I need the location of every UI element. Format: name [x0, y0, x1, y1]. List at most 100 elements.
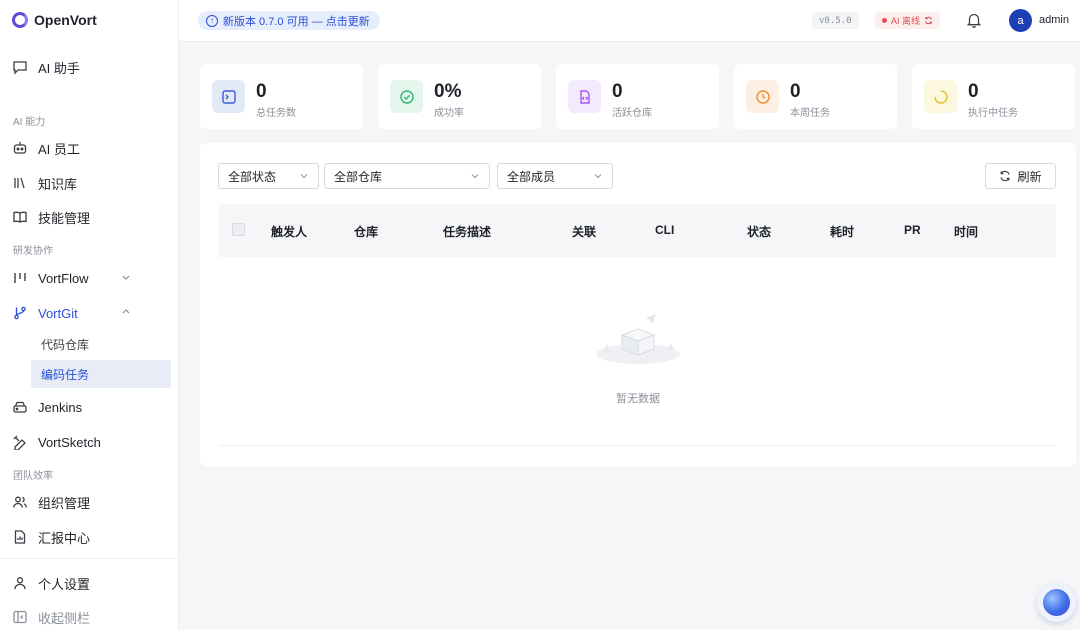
version-badge: v0.5.0 — [812, 12, 859, 29]
sidebar-item-label: VortGit — [38, 305, 78, 321]
column-header[interactable]: 任务描述 — [443, 223, 491, 240]
terminal-icon — [212, 80, 245, 113]
chevron-down-icon — [121, 272, 131, 285]
sidebar-subitem-code-repo[interactable]: 代码仓库 — [31, 330, 171, 358]
refresh-label: 刷新 — [1017, 169, 1042, 184]
check-circle-icon — [390, 80, 423, 113]
library-icon — [12, 175, 28, 191]
sidebar-item-label: 组织管理 — [38, 495, 91, 511]
sidebar-item-label: 收起侧栏 — [38, 610, 91, 626]
column-header[interactable]: 时间 — [954, 223, 978, 240]
robot-icon — [12, 140, 28, 156]
app-name: OpenVort — [34, 12, 97, 28]
stat-card-success-rate: 0% 成功率 — [378, 64, 541, 129]
avatar[interactable]: a — [1009, 9, 1032, 32]
tasks-panel: 全部状态 全部仓库 全部成员 刷新 触发人 仓库 任务描述 关联 CLI 状态 … — [200, 143, 1076, 466]
user-icon — [12, 575, 28, 591]
select-value: 全部成员 — [507, 169, 556, 184]
sidebar-item-label: 个人设置 — [38, 576, 91, 592]
sidebar-item-label: 技能管理 — [38, 210, 91, 226]
status-filter-select[interactable]: 全部状态 — [218, 163, 319, 189]
top-header: ↑ 新版本 0.7.0 可用 — 点击更新 v0.5.0 AI 离线 a adm… — [179, 0, 1080, 42]
ai-assistant-float-button[interactable] — [1037, 583, 1076, 622]
sidebar-item-label: 汇报中心 — [38, 530, 91, 546]
openvort-logo-icon — [12, 12, 28, 28]
sidebar-item-label: AI 助手 — [38, 60, 80, 76]
table-header: 触发人 仓库 任务描述 关联 CLI 状态 耗时 PR 时间 — [219, 204, 1056, 257]
sidebar-item-org[interactable]: 组织管理 — [0, 485, 179, 519]
sidebar-item-jenkins[interactable]: Jenkins — [0, 390, 179, 424]
ai-status-text: AI 离线 — [891, 16, 921, 26]
column-header[interactable]: CLI — [655, 223, 674, 237]
sidebar-item-report[interactable]: 汇报中心 — [0, 520, 179, 554]
section-label-dev: 研发协作 — [13, 246, 53, 257]
stat-label: 活跃仓库 — [612, 108, 652, 119]
chevron-down-icon — [593, 170, 603, 180]
stat-card-weekly-tasks: 0 本周任务 — [734, 64, 897, 129]
arrow-up-circle-icon: ↑ — [206, 14, 218, 27]
sidebar-item-label: VortFlow — [38, 270, 89, 286]
sidebar-item-vortsketch[interactable]: VortSketch — [0, 425, 179, 459]
sidebar: OpenVort AI 助手 AI 能力 AI 员工 知识库 技能管理 研发协作… — [0, 0, 179, 630]
section-label-ai: AI 能力 — [13, 117, 46, 128]
sidebar-item-ai-assistant[interactable]: AI 助手 — [0, 50, 179, 84]
sidebar-item-vortgit[interactable]: VortGit — [0, 296, 179, 330]
bell-icon[interactable] — [965, 11, 983, 29]
select-all-checkbox[interactable] — [232, 223, 245, 236]
book-icon — [12, 209, 28, 225]
member-filter-select[interactable]: 全部成员 — [497, 163, 613, 189]
collapse-sidebar-icon — [12, 609, 28, 625]
kanban-icon — [12, 270, 28, 286]
repo-filter-select[interactable]: 全部仓库 — [324, 163, 490, 189]
sidebar-item-collapse[interactable]: 收起侧栏 — [0, 600, 179, 630]
reconnect-icon — [924, 16, 933, 25]
server-icon — [12, 399, 28, 415]
stat-label: 执行中任务 — [968, 108, 1018, 119]
column-header[interactable]: 触发人 — [271, 223, 307, 240]
refresh-icon — [1000, 170, 1011, 182]
column-header[interactable]: 耗时 — [830, 223, 854, 240]
stat-value: 0 — [612, 81, 623, 102]
sidebar-item-ai-employee[interactable]: AI 员工 — [0, 131, 179, 165]
stat-label: 总任务数 — [256, 108, 296, 119]
loading-icon — [924, 80, 957, 113]
users-icon — [12, 494, 28, 510]
sidebar-item-knowledge[interactable]: 知识库 — [0, 166, 179, 200]
update-notice-button[interactable]: ↑ 新版本 0.7.0 可用 — 点击更新 — [198, 11, 380, 30]
chevron-down-icon — [299, 170, 309, 180]
column-header[interactable]: 仓库 — [354, 223, 378, 240]
assistant-orb-icon — [1043, 589, 1070, 616]
chat-icon — [12, 59, 28, 75]
username[interactable]: admin — [1039, 14, 1069, 26]
select-value: 全部仓库 — [334, 169, 383, 184]
stat-value: 0 — [968, 81, 979, 102]
sidebar-item-skills[interactable]: 技能管理 — [0, 200, 179, 234]
sidebar-item-vortflow[interactable]: VortFlow — [0, 261, 179, 295]
stat-card-running-tasks: 0 执行中任务 — [912, 64, 1075, 129]
refresh-button[interactable]: 刷新 — [985, 163, 1056, 189]
column-header[interactable]: 状态 — [747, 223, 771, 240]
sidebar-item-label: AI 员工 — [38, 141, 80, 157]
app-logo[interactable]: OpenVort — [12, 10, 97, 30]
sidebar-item-label: VortSketch — [38, 434, 101, 450]
stat-label: 本周任务 — [790, 108, 830, 119]
sidebar-subitem-coding-tasks[interactable]: 编码任务 — [31, 360, 171, 388]
empty-box-icon — [594, 308, 684, 368]
table-bottom-border — [219, 445, 1056, 446]
empty-state-text: 暂无数据 — [616, 393, 660, 405]
git-branch-icon — [12, 305, 28, 321]
update-notice-text: 新版本 0.7.0 可用 — 点击更新 — [223, 15, 370, 28]
column-header[interactable]: PR — [904, 223, 921, 237]
column-header[interactable]: 关联 — [572, 223, 596, 240]
section-label-team: 团队效率 — [13, 471, 53, 482]
sidebar-item-personal[interactable]: 个人设置 — [0, 566, 179, 600]
stat-card-active-repos: 0 活跃仓库 — [556, 64, 719, 129]
select-value: 全部状态 — [228, 169, 277, 184]
chevron-down-icon — [470, 170, 480, 180]
report-icon — [12, 529, 28, 545]
stat-card-total-tasks: 0 总任务数 — [200, 64, 363, 129]
chevron-up-icon — [121, 307, 131, 320]
ai-status-badge[interactable]: AI 离线 — [875, 12, 941, 29]
design-tools-icon — [12, 434, 28, 450]
sidebar-item-label: Jenkins — [38, 399, 83, 415]
